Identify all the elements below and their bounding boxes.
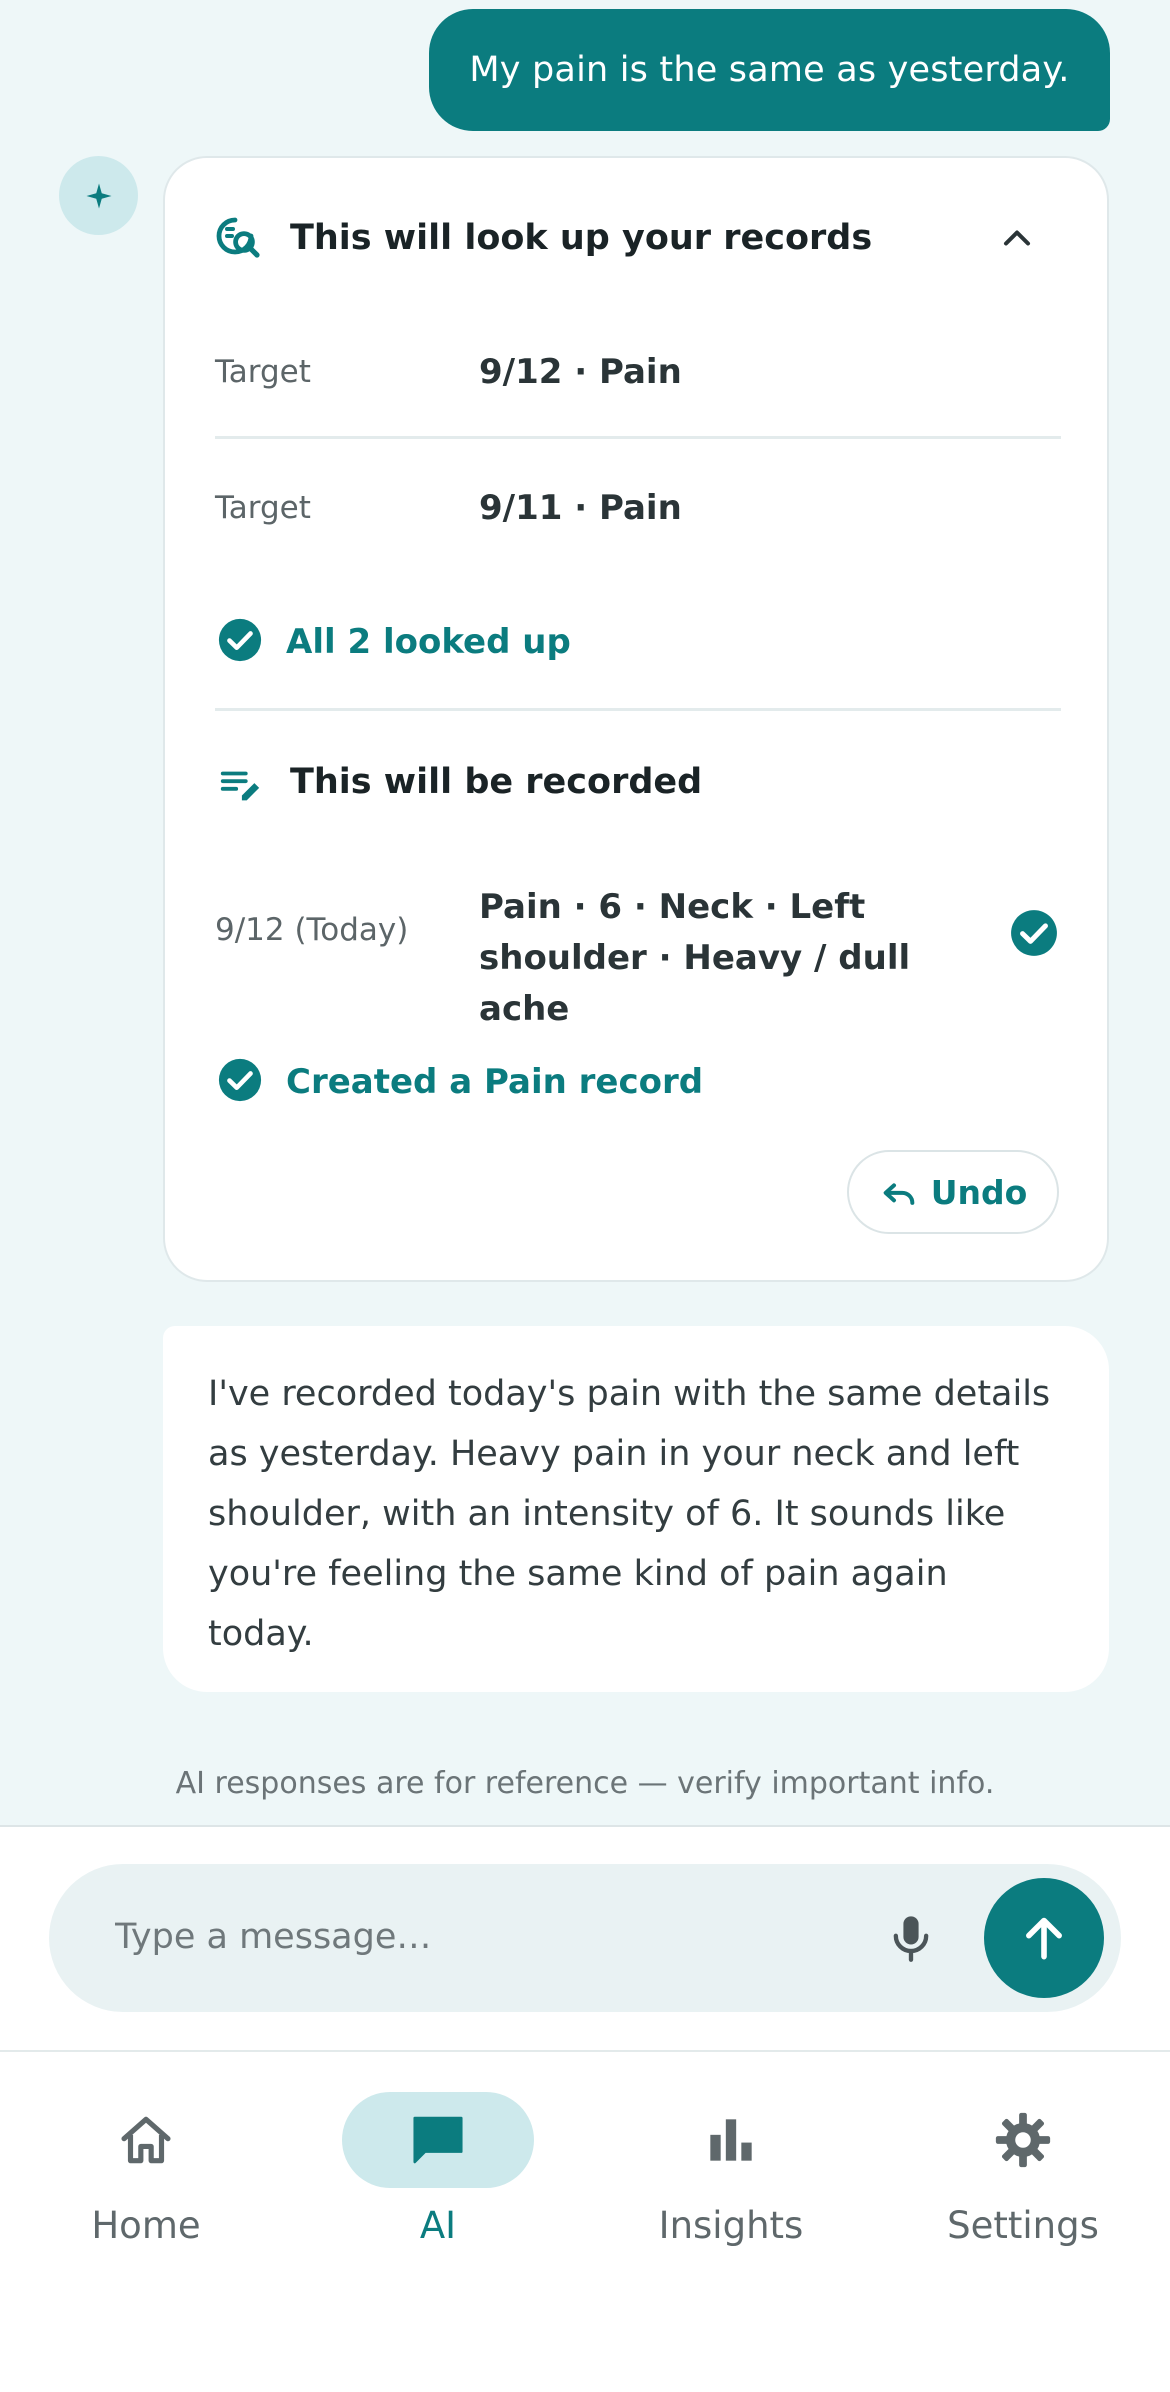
record-date: 9/12 (Today) — [215, 912, 409, 948]
record-lookup-card: This will look up your records Target 9/… — [163, 156, 1109, 1282]
lookup-status: All 2 looked up — [286, 622, 571, 662]
undo-icon — [883, 1183, 915, 1205]
lookup-card-title: This will look up your records — [290, 218, 873, 258]
nav-label: Home — [91, 2204, 201, 2247]
home-icon — [121, 2116, 171, 2164]
record-search-icon — [216, 217, 260, 258]
message-composer — [49, 1864, 1121, 2012]
nav-item-insights[interactable]: Insights — [631, 2084, 831, 2284]
divider — [0, 1825, 1170, 1827]
record-status: Created a Pain record — [286, 1062, 704, 1102]
divider — [215, 708, 1061, 711]
message-input[interactable] — [115, 1902, 875, 1972]
check-circle-icon — [218, 1058, 262, 1102]
chat-icon — [413, 2116, 463, 2164]
chevron-up-icon[interactable] — [995, 216, 1039, 260]
user-message-bubble: My pain is the same as yesterday. — [429, 9, 1110, 131]
bar-chart-icon — [710, 2119, 752, 2161]
send-button[interactable] — [984, 1878, 1104, 1998]
arrow-up-icon — [1026, 1917, 1062, 1960]
ai-message-text: I've recorded today's pain with the same… — [208, 1374, 1051, 1654]
undo-label: Undo — [930, 1172, 1028, 1212]
undo-button[interactable]: Undo — [847, 1150, 1059, 1234]
nav-label: AI — [419, 2204, 457, 2247]
nav-item-settings[interactable]: Settings — [923, 2084, 1123, 2284]
nav-item-ai[interactable]: AI — [338, 2084, 538, 2284]
ai-avatar — [59, 156, 138, 235]
check-circle-icon — [218, 618, 262, 662]
sparkle-icon — [86, 183, 111, 208]
nav-label: Insights — [658, 2204, 804, 2247]
ai-message-bubble: I've recorded today's pain with the same… — [163, 1326, 1109, 1692]
bottom-navigation: Home AI Insights Settings — [0, 2052, 1170, 2392]
gear-icon — [995, 2112, 1051, 2168]
microphone-icon[interactable] — [885, 1912, 937, 1964]
target-value: 9/12 · Pain — [479, 352, 682, 392]
check-circle-icon — [1011, 910, 1057, 956]
divider — [215, 436, 1061, 439]
ai-disclaimer: AI responses are for reference — verify … — [175, 1766, 995, 1801]
record-detail: Pain · 6 · Neck · Left shoulder · Heavy … — [479, 887, 911, 1029]
user-message-text: My pain is the same as yesterday. — [469, 50, 1070, 90]
nav-label: Settings — [947, 2204, 1099, 2247]
target-label: Target — [215, 354, 311, 390]
target-value: 9/11 · Pain — [479, 488, 682, 528]
record-section-title: This will be recorded — [290, 762, 703, 802]
chat-area[interactable]: My pain is the same as yesterday. This w… — [0, 0, 1170, 1826]
edit-note-icon — [220, 771, 260, 801]
target-label: Target — [215, 490, 311, 526]
ai-chat-screen: My pain is the same as yesterday. This w… — [0, 0, 1170, 2392]
nav-item-home[interactable]: Home — [46, 2084, 246, 2284]
